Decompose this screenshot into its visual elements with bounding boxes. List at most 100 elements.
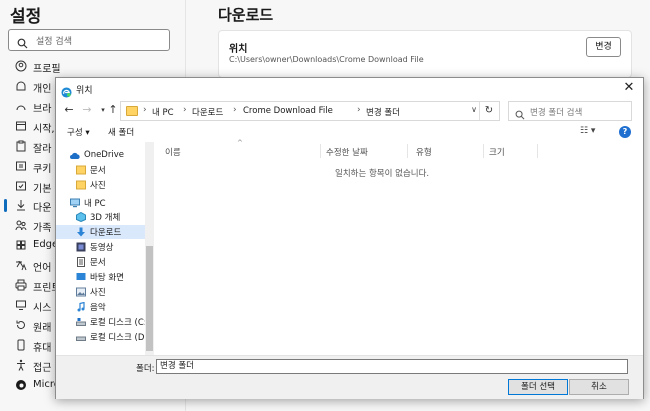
phone-icon bbox=[17, 339, 25, 351]
back-arrow-icon[interactable]: ← bbox=[62, 103, 76, 117]
nav-item-profile[interactable]: 프로필 bbox=[0, 57, 185, 76]
tree-item-label: 문서 bbox=[90, 258, 106, 268]
tree-item-pictures[interactable]: 사진 bbox=[56, 178, 146, 192]
drive-icon bbox=[76, 336, 86, 341]
tree-item-music[interactable]: 음악 bbox=[56, 300, 146, 314]
breadcrumb-separator: › bbox=[233, 105, 237, 115]
command-bar: 구성 ▾ 새 폴더 ☷ ▾ ? bbox=[56, 124, 643, 141]
new-folder-button[interactable]: 새 폴더 bbox=[108, 126, 134, 138]
navigation-bar: ← → ▾ ↑ › 내 PC › 다운로드 › Crome Download F… bbox=[56, 99, 643, 123]
close-button[interactable]: ✕ bbox=[621, 80, 637, 96]
nav-item-label: 시스 bbox=[33, 303, 52, 314]
tree-item-desktop[interactable]: 바탕 화면 bbox=[56, 270, 146, 284]
folder-search-input[interactable]: 변경 폴더 검색 bbox=[508, 101, 632, 121]
empty-message: 일치하는 항목이 없습니다. bbox=[335, 169, 430, 179]
desktop-icon bbox=[76, 273, 86, 280]
forward-arrow-icon[interactable]: → bbox=[80, 103, 94, 117]
column-header-modified[interactable]: 수정한 날짜 bbox=[326, 146, 368, 158]
nav-item-label: 가족 bbox=[33, 223, 52, 234]
tree-item-label: 내 PC bbox=[84, 199, 106, 209]
folder-icon bbox=[76, 180, 86, 190]
nav-item-label: 원래 bbox=[33, 323, 52, 334]
tree-item-3d-objects[interactable]: 3D 개체 bbox=[56, 210, 146, 224]
tree-item-label: 동영상 bbox=[90, 243, 114, 253]
tree-item-onedrive[interactable]: OneDrive bbox=[56, 149, 146, 163]
folder-icon bbox=[76, 165, 86, 175]
edge-logo-icon bbox=[16, 380, 26, 390]
nav-item-label: 쿠키 bbox=[33, 164, 52, 175]
3d-objects-icon bbox=[76, 212, 86, 222]
settings-search-input[interactable]: 설정 검색 bbox=[8, 29, 170, 51]
breadcrumb-item[interactable]: 변경 폴더 bbox=[366, 106, 400, 118]
folder-name-label: 폴더: bbox=[136, 364, 155, 374]
breadcrumb-item[interactable]: 다운로드 bbox=[192, 106, 223, 118]
document-icon bbox=[77, 257, 85, 267]
location-label: 위치 bbox=[229, 44, 248, 55]
column-header-name[interactable]: 이름 bbox=[165, 146, 181, 158]
chevron-down-icon[interactable]: ∨ bbox=[471, 105, 477, 114]
tree-item-label: 사진 bbox=[90, 181, 106, 191]
tree-item-label: 로컬 디스크 (C:) bbox=[90, 318, 150, 328]
nav-item-label: 잘라 bbox=[33, 144, 52, 155]
navigation-tree: OneDrive 문서 사진 내 PC 3D 개체 다운로드 동영상 문서 바탕… bbox=[56, 142, 154, 355]
edge-bar-icon bbox=[16, 240, 26, 250]
profile-icon bbox=[15, 60, 27, 72]
clipboard-icon bbox=[16, 140, 26, 152]
tree-item-downloads[interactable]: 다운로드 bbox=[56, 225, 146, 239]
breadcrumb-item[interactable]: Crome Download File bbox=[243, 106, 333, 116]
column-header-type[interactable]: 유형 bbox=[416, 146, 432, 158]
reset-icon bbox=[16, 320, 25, 330]
refresh-icon[interactable]: ↻ bbox=[479, 102, 498, 120]
tree-item-drive-d[interactable]: 로컬 디스크 (D:) bbox=[56, 330, 151, 344]
tree-item-label: 3D 개체 bbox=[90, 213, 121, 223]
dialog-titlebar[interactable]: 위치 ✕ bbox=[56, 78, 643, 98]
column-divider bbox=[407, 144, 408, 158]
browser-icon bbox=[16, 105, 26, 111]
privacy-icon bbox=[16, 81, 26, 91]
column-divider bbox=[320, 144, 321, 158]
accessibility-icon bbox=[17, 359, 25, 371]
breadcrumb-item[interactable]: 내 PC bbox=[152, 106, 174, 118]
folder-search-placeholder: 변경 폴더 검색 bbox=[530, 108, 583, 118]
breadcrumb-separator: › bbox=[357, 105, 361, 115]
scrollbar-thumb[interactable] bbox=[146, 246, 153, 351]
tree-item-documents[interactable]: 문서 bbox=[56, 163, 146, 177]
tree-item-drive-c[interactable]: 로컬 디스크 (C:) bbox=[56, 315, 150, 329]
sort-ascending-icon: ^ bbox=[237, 139, 243, 147]
download-location-card: 위치 C:\Users\owner\Downloads\Crome Downlo… bbox=[218, 30, 632, 78]
address-bar[interactable]: › 내 PC › 다운로드 › Crome Download File › 변경… bbox=[120, 101, 500, 121]
change-location-button[interactable]: 변경 bbox=[586, 37, 621, 57]
folder-icon bbox=[126, 106, 138, 116]
page-title: 다운로드 bbox=[218, 6, 274, 24]
tree-item-label: 로컬 디스크 (D:) bbox=[90, 333, 151, 343]
tree-item-documents-pc[interactable]: 문서 bbox=[56, 255, 146, 269]
view-options-icon[interactable]: ☷ ▾ bbox=[580, 126, 595, 136]
up-arrow-icon[interactable]: ↑ bbox=[106, 103, 120, 117]
printer-icon bbox=[15, 279, 27, 291]
select-folder-button[interactable]: 폴더 선택 bbox=[508, 379, 568, 395]
nav-item-label: 언어 bbox=[33, 263, 52, 274]
nav-item-label: 시작, bbox=[33, 124, 55, 135]
nav-item-label: 휴대 bbox=[33, 343, 52, 354]
download-arrow-icon bbox=[77, 227, 85, 237]
settings-search-placeholder: 설정 검색 bbox=[36, 37, 72, 47]
tree-item-videos[interactable]: 동영상 bbox=[56, 240, 146, 254]
tree-item-label: 사진 bbox=[90, 288, 106, 298]
folder-name-input[interactable]: 변경 폴더 bbox=[156, 359, 628, 374]
search-icon bbox=[17, 34, 28, 53]
organize-button[interactable]: 구성 ▾ bbox=[67, 126, 90, 138]
location-path: C:\Users\owner\Downloads\Crome Download … bbox=[229, 55, 424, 64]
help-icon[interactable]: ? bbox=[619, 126, 631, 138]
folder-picker-dialog: 위치 ✕ ← → ▾ ↑ › 내 PC › 다운로드 › Crome Downl… bbox=[55, 77, 644, 399]
column-header-size[interactable]: 크기 bbox=[489, 146, 505, 158]
dialog-title: 위치 bbox=[76, 86, 93, 96]
tree-item-this-pc[interactable]: 내 PC bbox=[56, 196, 146, 210]
tree-scrollbar[interactable] bbox=[145, 142, 154, 355]
dialog-footer: 폴더: 변경 폴더 폴더 선택 취소 bbox=[56, 355, 643, 399]
nav-item-label: 프로필 bbox=[33, 64, 61, 75]
language-icon bbox=[16, 261, 27, 271]
startup-icon bbox=[16, 121, 26, 131]
cancel-button[interactable]: 취소 bbox=[569, 379, 629, 395]
file-list: ^ 이름 수정한 날짜 유형 크기 일치하는 항목이 없습니다. bbox=[155, 139, 643, 355]
tree-item-pictures-pc[interactable]: 사진 bbox=[56, 285, 146, 299]
